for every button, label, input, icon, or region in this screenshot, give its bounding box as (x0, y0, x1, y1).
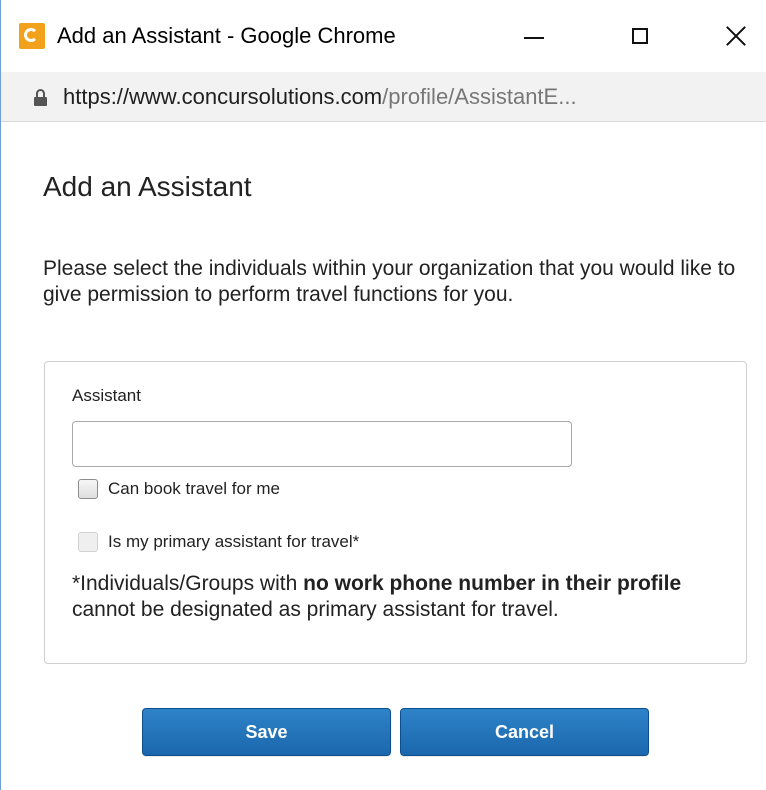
concur-icon (19, 23, 45, 49)
maximize-button[interactable] (600, 12, 680, 60)
close-button[interactable] (706, 12, 766, 60)
note-emphasis: no work phone number in their profile (303, 572, 682, 595)
primary-assistant-checkbox (78, 532, 98, 552)
primary-assistant-option: Is my primary assistant for travel* (78, 531, 359, 553)
can-book-travel-checkbox[interactable] (78, 479, 98, 499)
close-icon (725, 25, 747, 47)
assistant-input[interactable] (72, 421, 572, 467)
minimize-button[interactable] (494, 12, 574, 60)
minimize-icon (524, 37, 544, 39)
page-url[interactable]: https://www.concursolutions.com/profile/… (63, 82, 753, 112)
dialog-content: Add an Assistant Please select the indiv… (1, 122, 766, 790)
can-book-travel-label: Can book travel for me (108, 479, 280, 498)
window-title: Add an Assistant - Google Chrome (57, 23, 396, 48)
primary-assistant-note: *Individuals/Groups with no work phone n… (72, 571, 727, 623)
window-titlebar[interactable]: Add an Assistant - Google Chrome (1, 0, 766, 72)
save-button[interactable]: Save (142, 708, 391, 756)
can-book-travel-option[interactable]: Can book travel for me (78, 478, 280, 500)
address-bar[interactable]: https://www.concursolutions.com/profile/… (1, 72, 766, 122)
intro-text: Please select the individuals within you… (43, 257, 736, 306)
note-prefix: *Individuals/Groups with (72, 572, 304, 595)
url-path: /profile/AssistantE... (382, 84, 577, 109)
url-host: https://www.concursolutions.com (63, 84, 383, 109)
cancel-button[interactable]: Cancel (400, 708, 649, 756)
page-title: Add an Assistant (43, 171, 252, 202)
assistant-label: Assistant (72, 386, 141, 405)
primary-assistant-label: Is my primary assistant for travel* (108, 532, 360, 551)
browser-window: Add an Assistant - Google Chrome https:/… (0, 0, 766, 790)
maximize-icon (632, 28, 648, 44)
assistant-form-panel: Assistant Can book travel for me Is my p… (44, 361, 747, 664)
lock-icon (34, 89, 47, 106)
note-suffix: cannot be designated as primary assistan… (72, 598, 559, 621)
